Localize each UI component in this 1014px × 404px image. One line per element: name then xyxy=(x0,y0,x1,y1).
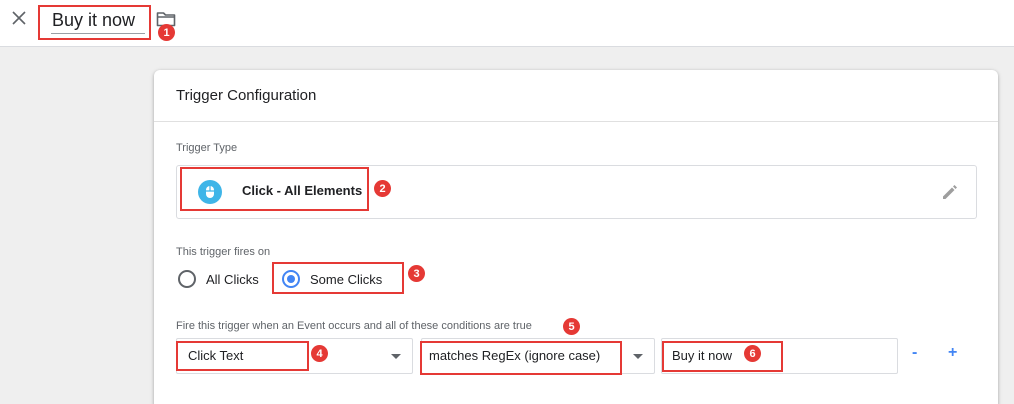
close-icon[interactable] xyxy=(9,8,29,28)
mouse-click-icon xyxy=(198,180,222,204)
radio-all-clicks[interactable] xyxy=(178,270,196,288)
chevron-down-icon xyxy=(391,354,401,359)
trigger-type-label: Trigger Type xyxy=(176,142,238,154)
pencil-icon[interactable] xyxy=(941,183,959,201)
trigger-name-input[interactable] xyxy=(51,8,145,34)
fires-on-label: This trigger fires on xyxy=(176,246,271,258)
radio-all-clicks-label[interactable]: All Clicks xyxy=(206,272,259,287)
chevron-down-icon xyxy=(633,354,643,359)
card-title: Trigger Configuration xyxy=(176,87,317,104)
card-divider xyxy=(154,121,998,122)
operator-value: matches RegEx (ignore case) xyxy=(429,348,601,363)
radio-some-clicks[interactable] xyxy=(282,270,300,288)
remove-condition-button[interactable]: - xyxy=(912,345,917,361)
variable-value: Click Text xyxy=(188,348,244,363)
radio-some-clicks-label[interactable]: Some Clicks xyxy=(310,272,382,287)
add-condition-button[interactable]: + xyxy=(948,345,957,361)
callout-badge-6: 6 xyxy=(744,345,761,362)
callout-badge-3: 3 xyxy=(408,265,425,282)
top-bar xyxy=(0,0,1014,47)
trigger-type-value: Click - All Elements xyxy=(242,183,363,198)
condition-label: Fire this trigger when an Event occurs a… xyxy=(176,320,532,332)
condition-value: Buy it now xyxy=(672,348,732,363)
callout-badge-1: 1 xyxy=(158,24,175,41)
callout-badge-2: 2 xyxy=(374,180,391,197)
callout-badge-4: 4 xyxy=(311,345,328,362)
callout-badge-5: 5 xyxy=(563,318,580,335)
